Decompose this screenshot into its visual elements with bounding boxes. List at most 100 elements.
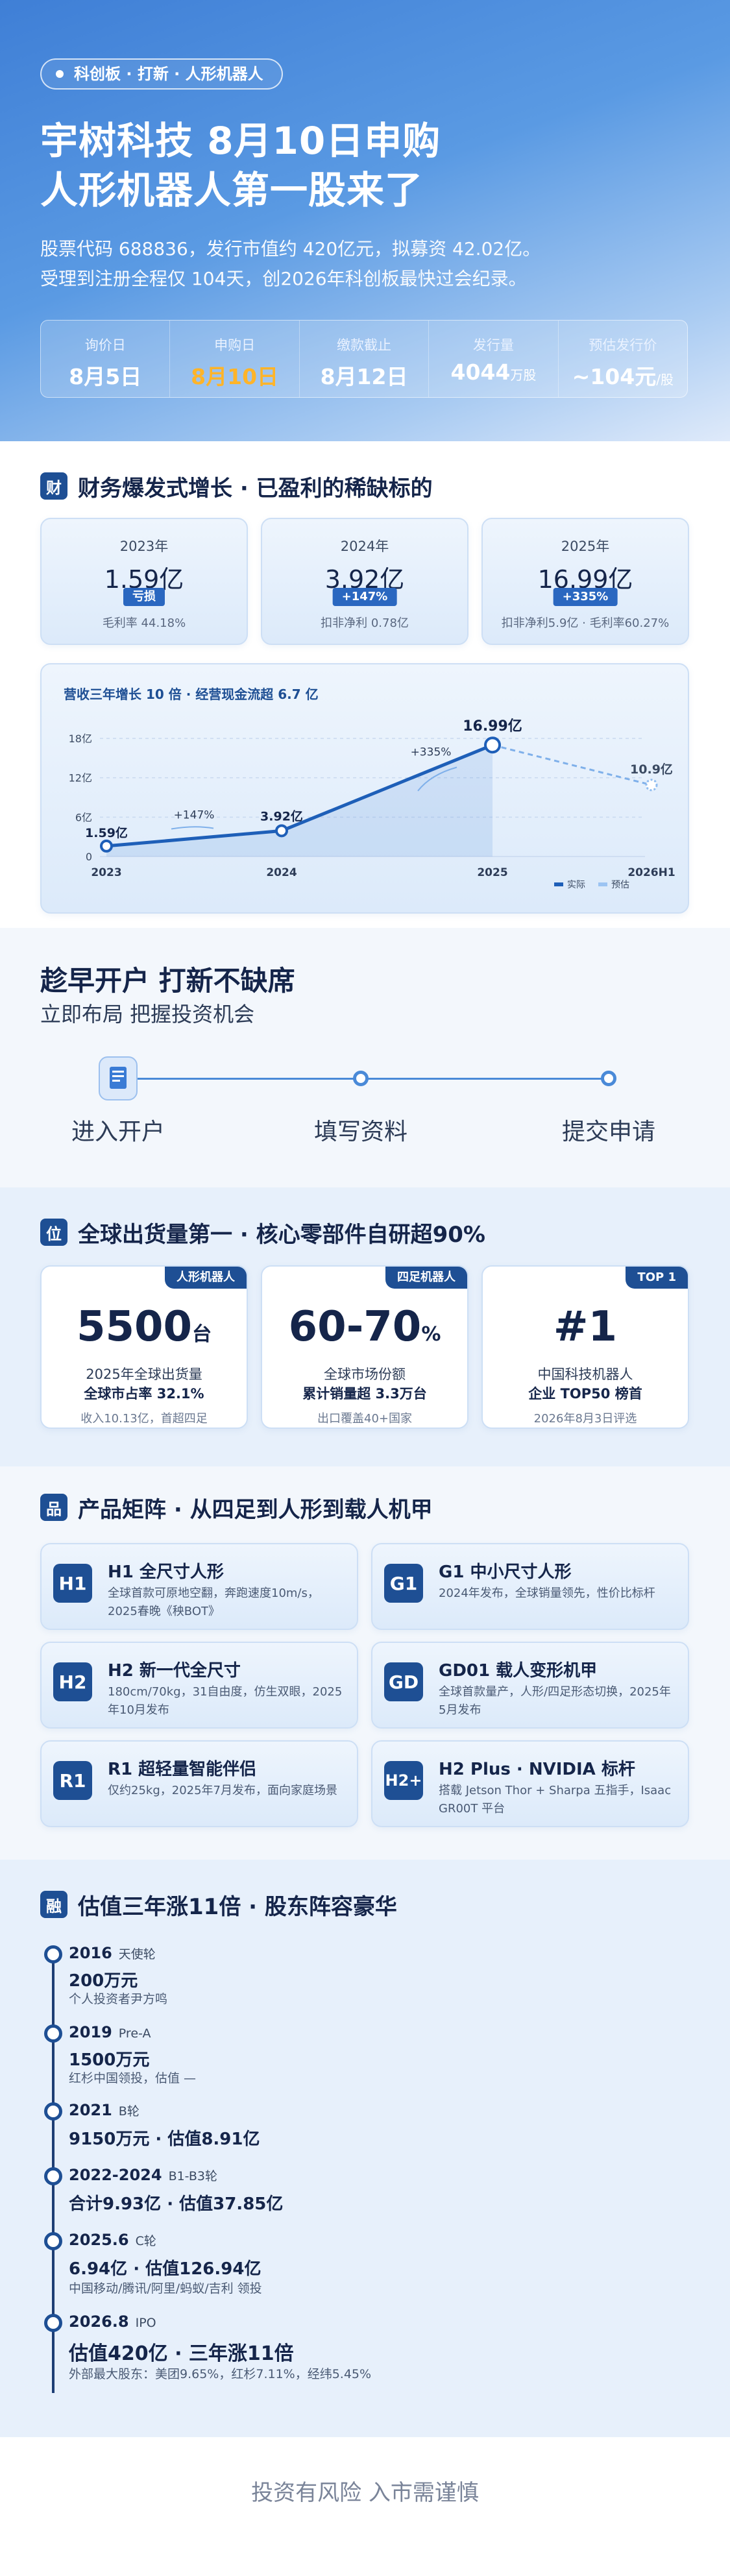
product-badge-icon: H2+: [384, 1761, 423, 1800]
timeline-dot: [44, 2167, 62, 2185]
product-card-h1[interactable]: H1 H1 全尺寸人形 全球首款可原地空翻，奔跑速度10m/s，2025春晚《秧…: [40, 1543, 358, 1630]
ipo-schedule: 询价日 8月5日 申购日 8月10日 缴款截止 8月12日 发行量 4044万股 预估发…: [40, 320, 688, 398]
ship-note: 出口覆盖40+国家: [317, 1412, 412, 1426]
product-name: H2 新一代全尺寸: [108, 1661, 241, 1681]
growth-annotation: +335%: [411, 746, 452, 759]
product-desc: 全球首款可原地空翻，奔跑速度10m/s，2025春晚《秧BOT》: [108, 1586, 319, 1618]
ship-note: 2026年8月3日评选: [533, 1412, 637, 1426]
stat-value: 8月10日: [191, 364, 279, 389]
product-badge-icon: GD: [384, 1662, 423, 1701]
product-desc: 搭载 Jetson Thor + Sharpa 五指手，Isaac GR00T …: [439, 1784, 672, 1816]
product-badge-icon: G1: [384, 1564, 423, 1603]
stat-label: 询价日: [84, 337, 126, 353]
ship-tag: 四足机器人: [385, 1267, 467, 1289]
finance-card-2024: 2024年 3.92亿 +147% 扣非净利 0.78亿: [261, 518, 468, 645]
stat-item: 询价日 8月5日: [41, 321, 171, 397]
product-name: R1 超轻量智能伴侣: [108, 1760, 257, 1779]
stat-label: 预估发行价: [589, 337, 657, 353]
finance-card-2025: 2025年 16.99亿 +335% 扣非净利5.9亿 · 毛利率60.27%: [481, 518, 689, 645]
product-name: H1 全尺寸人形: [108, 1562, 224, 1582]
stat-value: 4044万股: [450, 359, 537, 385]
data-point: [484, 736, 501, 754]
ship-line: 中国科技机器人: [537, 1367, 633, 1382]
revenue-chart: 营收三年增长 10 倍 · 经营现金流超 6.7 亿 18亿 12亿 6亿 0 2023…: [40, 663, 689, 914]
timeline-year: 2022-2024 B1-B3轮: [69, 2166, 217, 2184]
products-title: 品产品矩阵 · 从四足到人形到载人机甲: [40, 1491, 433, 1524]
y-tick-label: 18亿: [69, 733, 92, 745]
headline-1: 宇树科技 8月10日申购: [40, 119, 441, 163]
stat-item: 申购日 8月10日: [170, 321, 300, 397]
finance-badge: 亏损: [123, 588, 165, 606]
data-point: [100, 839, 113, 853]
shipment-icon: 位: [40, 1219, 67, 1246]
ship-big-number: 5500台: [76, 1303, 212, 1351]
x-tick-label: 2025: [477, 866, 507, 879]
step-open-account[interactable]: 进入开户: [53, 1113, 183, 1147]
product-card-g1[interactable]: G1 G1 中小尺寸人形 2024年发布，全球销量领先，性价比标杆: [371, 1543, 689, 1630]
product-desc: 仅约25kg，2025年7月发布，面向家庭场景: [108, 1784, 338, 1797]
ship-card-humanoid: 人形机器人 5500台 2025年全球出货量 全球市占率 32.1% 收入10.…: [40, 1265, 248, 1429]
open-account-title: 趁早开户 打新不缺席: [40, 965, 295, 997]
stat-label: 申购日: [214, 337, 256, 353]
timeline-year: 2026.8 IPO: [69, 2313, 156, 2331]
timeline-year: 2025.6 C轮: [69, 2231, 156, 2249]
timeline-dot: [44, 2314, 62, 2332]
data-label: 1.59亿: [85, 825, 128, 840]
legend-label: 实际: [567, 880, 585, 890]
finance-note: 毛利率 44.18%: [102, 616, 186, 630]
finance-card-2023: 2023年 1.59亿 亏损 毛利率 44.18%: [40, 518, 248, 645]
stat-item: 预估发行价 ~104元/股: [559, 321, 687, 397]
data-point-estimate: [645, 779, 658, 792]
timeline-value: 200万元: [69, 1971, 138, 1991]
footer-area: [0, 2437, 730, 2576]
ship-line: 全球市场份额: [324, 1367, 406, 1382]
product-card-r1[interactable]: R1 R1 超轻量智能伴侣 仅约25kg，2025年7月发布，面向家庭场景: [40, 1740, 358, 1827]
valuation-title: 融估值三年涨11倍 · 股东阵容豪华: [40, 1888, 397, 1921]
ship-tag: 人形机器人: [165, 1267, 247, 1289]
timeline-value: 6.94亿 · 估值126.94亿: [69, 2259, 262, 2279]
product-badge-icon: H2: [53, 1662, 92, 1701]
finance-note: 扣非净利 0.78亿: [321, 616, 409, 630]
timeline-dot: [44, 2232, 62, 2250]
ship-big-number: 60-70%: [288, 1303, 441, 1351]
product-card-gd01[interactable]: GD GD01 载人变形机甲 全球首款量产，人形/四足形态切换，2025年5月发…: [371, 1642, 689, 1729]
stat-item: 缴款截止 8月12日: [300, 321, 430, 397]
timeline-note: 红杉中国领投，估值 —: [69, 2071, 197, 2085]
timeline-note: 中国移动/腾讯/阿里/蚂蚁/吉利 领投: [69, 2281, 262, 2296]
growth-annotation: +147%: [174, 808, 215, 821]
open-account-button[interactable]: [99, 1056, 138, 1100]
product-card-h2[interactable]: H2 H2 新一代全尺寸 180cm/70kg，31自由度，仿生双眼，2025年…: [40, 1642, 358, 1729]
product-desc: 2024年发布，全球销量领先，性价比标杆: [439, 1586, 655, 1600]
valuation-icon: 融: [40, 1891, 67, 1918]
step-fill-info[interactable]: 填写资料: [296, 1113, 426, 1147]
document-icon: [110, 1067, 127, 1089]
finance-title-text: 财务爆发式增长 · 已盈利的稀缺标的: [78, 475, 433, 502]
shipment-title-text: 全球出货量第一 · 核心零部件自研超90%: [78, 1221, 485, 1248]
finance-badge: +335%: [553, 588, 618, 606]
y-tick-label: 6亿: [75, 811, 92, 823]
ship-note: 收入10.13亿，首超四足: [80, 1412, 208, 1426]
headline-2: 人形机器人第一股来了: [40, 168, 424, 212]
step-submit[interactable]: 提交申请: [544, 1113, 674, 1147]
series-line-estimate: [492, 744, 652, 786]
ship-line: 全球市占率 32.1%: [84, 1386, 204, 1402]
data-label: 16.99亿: [463, 718, 522, 735]
legend-label: 预估: [611, 880, 629, 890]
product-name: H2 Plus · NVIDIA 标杆: [439, 1760, 635, 1779]
product-desc: 180cm/70kg，31自由度，仿生双眼，2025年10月发布: [108, 1685, 343, 1717]
annotation-arrow: [171, 826, 214, 830]
x-tick-label: 2024: [266, 866, 297, 879]
finance-year: 2024年: [340, 539, 389, 554]
data-label: 10.9亿: [630, 762, 673, 777]
timeline-value: 估值420亿 · 三年涨11倍: [69, 2342, 294, 2365]
product-card-h2plus[interactable]: H2+ H2 Plus · NVIDIA 标杆 搭载 Jetson Thor +…: [371, 1740, 689, 1827]
dot-icon: [56, 70, 64, 78]
products-title-text: 产品矩阵 · 从四足到人形到载人机甲: [78, 1496, 433, 1523]
x-tick-label: 2023: [91, 866, 121, 879]
products-icon: 品: [40, 1494, 67, 1521]
timeline-dot: [44, 2102, 62, 2120]
stat-item: 发行量 4044万股: [429, 321, 559, 397]
hero-desc-1: 股票代码 688836，发行市值约 420亿元，拟募资 42.02亿。: [40, 238, 541, 260]
step-dot: [601, 1071, 616, 1086]
product-name: GD01 载人变形机甲: [439, 1661, 598, 1681]
